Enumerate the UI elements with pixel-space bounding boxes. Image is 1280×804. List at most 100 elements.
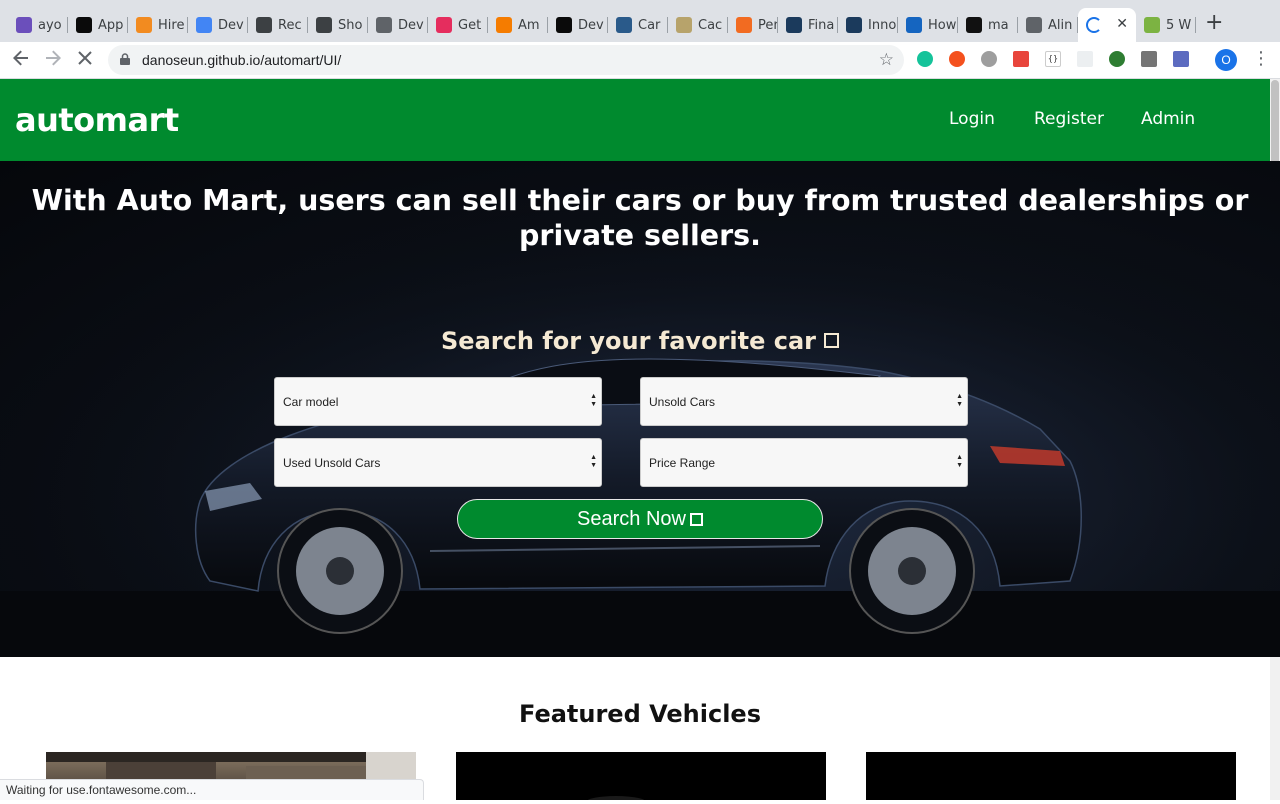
globe-icon: [1026, 17, 1042, 33]
tab-label: Am: [518, 17, 540, 33]
featured-vehicles-heading: Featured Vehicles: [519, 700, 761, 728]
dev-icon: [556, 17, 572, 33]
new-tab-button[interactable]: +: [1205, 12, 1223, 34]
tab-label: Dev: [578, 17, 604, 33]
loading-icon: [1086, 17, 1102, 33]
forward-icon[interactable]: [45, 50, 61, 71]
browser-tab[interactable]: Car: [608, 8, 668, 42]
github-icon: [966, 17, 982, 33]
tab-label: Dev: [218, 17, 244, 33]
browser-tab[interactable]: Per: [728, 8, 778, 42]
address-bar[interactable]: danoseun.github.io/automart/UI/ ☆: [108, 45, 904, 75]
browser-tab[interactable]: App: [68, 8, 128, 42]
browser-tab[interactable]: Inno: [838, 8, 898, 42]
globe-icon: [376, 17, 392, 33]
browser-tab[interactable]: ma: [958, 8, 1018, 42]
vehicle-image: [866, 752, 1236, 800]
extension-icon[interactable]: [981, 51, 997, 67]
tab-label: App: [98, 17, 124, 33]
select-arrows-icon: ▲ ▼: [956, 393, 963, 408]
food-icon: [676, 17, 692, 33]
pen-icon: [316, 17, 332, 33]
profile-avatar[interactable]: O: [1215, 49, 1237, 71]
browser-tab[interactable]: ayo: [8, 8, 68, 42]
car-model-select-value: Car model: [283, 395, 339, 409]
browser-tab[interactable]: How: [898, 8, 958, 42]
play-icon: [436, 17, 452, 33]
browser-tab[interactable]: Dev: [548, 8, 608, 42]
browser-tab[interactable]: Rec: [248, 8, 308, 42]
image-icon: [616, 17, 632, 33]
select-arrows-icon: ▲ ▼: [590, 393, 597, 408]
used-unsold-cars-select[interactable]: Used Unsold Cars ▲ ▼: [274, 438, 602, 487]
browser-tab[interactable]: Fina: [778, 8, 838, 42]
used-unsold-cars-select-value: Used Unsold Cars: [283, 456, 381, 470]
tab-label: Dev: [398, 17, 424, 33]
wh-icon: [1144, 17, 1160, 33]
tab-label: ma: [988, 17, 1009, 33]
tab-label: ayo: [38, 17, 62, 33]
nav-admin-link[interactable]: Admin: [1141, 109, 1195, 129]
nav-login-link[interactable]: Login: [949, 109, 995, 129]
select-arrows-icon: ▲ ▼: [590, 454, 597, 469]
extension-icon[interactable]: [1173, 51, 1189, 67]
dev-icon: [76, 17, 92, 33]
tab-label: Fina: [808, 17, 835, 33]
browser-tab[interactable]: Cac: [668, 8, 728, 42]
search-heading-text: Search for your favorite car: [441, 327, 816, 355]
tab-label: Sho: [338, 17, 363, 33]
browser-tab[interactable]: Alin: [1018, 8, 1078, 42]
browser-tab[interactable]: Sho: [308, 8, 368, 42]
car-model-select[interactable]: Car model ▲ ▼: [274, 377, 602, 426]
unsold-cars-select-value: Unsold Cars: [649, 395, 716, 409]
b-icon: [906, 17, 922, 33]
browser-tab[interactable]: ✕: [1078, 8, 1136, 42]
search-now-button[interactable]: Search Now: [457, 499, 823, 539]
nav-register-link[interactable]: Register: [1034, 109, 1104, 129]
grammarly-extension-icon[interactable]: [917, 51, 933, 67]
extension-icon[interactable]: [1013, 51, 1029, 67]
search-icon: [689, 513, 703, 526]
lock-icon: [120, 53, 130, 65]
json-extension-icon[interactable]: {}: [1045, 51, 1061, 67]
unsold-cars-select[interactable]: Unsold Cars ▲ ▼: [640, 377, 968, 426]
search-now-label: Search Now: [577, 508, 686, 530]
extension-icon[interactable]: [1077, 51, 1093, 67]
extension-icon[interactable]: [1109, 51, 1125, 67]
tab-label: Hire: [158, 17, 185, 33]
search-heading: Search for your favorite car: [0, 327, 1280, 355]
browser-tab[interactable]: Dev: [368, 8, 428, 42]
extension-icon[interactable]: [949, 51, 965, 67]
tab-label: 5 W: [1166, 17, 1192, 33]
tab-separator: [1195, 17, 1196, 33]
docs-icon: [196, 17, 212, 33]
tab-label: Inno: [868, 17, 897, 33]
fsi-icon: [786, 17, 802, 33]
browser-tab[interactable]: Dev: [188, 8, 248, 42]
bookmark-star-icon[interactable]: ☆: [879, 50, 894, 70]
url-text[interactable]: danoseun.github.io/automart/UI/: [142, 52, 341, 68]
tab-label: Per: [758, 17, 778, 33]
browser-tab[interactable]: 5 W: [1136, 8, 1196, 42]
site-header: automart Login Register Admin: [0, 79, 1270, 161]
close-tab-icon[interactable]: ✕: [1116, 16, 1128, 32]
tab-strip: ayo App Hire Dev Rec Sho Dev Get Am Dev Car Cac Per F…: [0, 0, 1280, 42]
browser-status-bar: Waiting for use.fontawesome.com...: [0, 779, 424, 800]
featured-vehicle-card[interactable]: [866, 752, 1236, 800]
browser-tab[interactable]: Hire: [128, 8, 188, 42]
tab-label: Rec: [278, 17, 302, 33]
price-range-select-value: Price Range: [649, 456, 716, 470]
back-icon[interactable]: [13, 50, 29, 71]
stop-loading-icon[interactable]: [77, 50, 93, 71]
price-range-select[interactable]: Price Range ▲ ▼: [640, 438, 968, 487]
extension-icon[interactable]: [1141, 51, 1157, 67]
browser-menu-icon[interactable]: ⋮: [1252, 48, 1270, 69]
site-logo[interactable]: automart: [15, 101, 179, 139]
tab-label: Car: [638, 17, 661, 33]
browser-tab[interactable]: Am: [488, 8, 548, 42]
box-icon: [496, 17, 512, 33]
car-icon: [824, 333, 839, 348]
featured-vehicle-card[interactable]: [456, 752, 826, 804]
browser-tab[interactable]: Get: [428, 8, 488, 42]
vehicle-image: [586, 796, 646, 804]
